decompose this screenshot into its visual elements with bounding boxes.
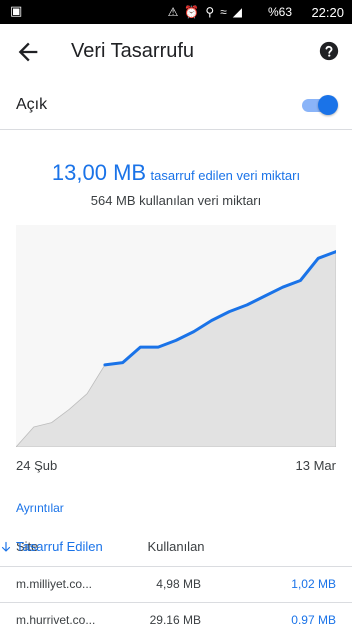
- app-bar: Veri Tasarrufu: [0, 24, 352, 80]
- status-bar: ▣ ⚠ ⏰ ⚲ ≈ ◢ %63 22:20: [0, 0, 352, 24]
- page-title: Veri Tasarrufu: [71, 40, 195, 62]
- table-row[interactable]: m.milliyet.co... 4,98 MB 1,02 MB: [0, 566, 352, 602]
- header-saved-label: Tasarruf Edilen: [16, 539, 103, 554]
- saved-caption: tasarruf edilen veri miktarı: [150, 168, 301, 183]
- alarm-icon: ⏰: [184, 5, 200, 19]
- switch-thumb: [318, 95, 338, 115]
- chart-start-label: 24 Şub: [16, 458, 58, 473]
- data-usage-chart: [16, 225, 336, 447]
- help-icon[interactable]: [318, 40, 340, 62]
- status-time: 22:20: [311, 5, 344, 20]
- table-header: Site Kullanılan Tasarruf Edilen: [0, 536, 352, 556]
- row-saved: 1,02 MB: [291, 577, 336, 591]
- battery-level: %63: [267, 5, 292, 19]
- header-saved[interactable]: Tasarruf Edilen: [0, 539, 352, 554]
- divider: [0, 129, 352, 130]
- chart-end-label: 13 Mar: [295, 458, 336, 473]
- data-saver-switch[interactable]: [302, 95, 338, 115]
- screen-record-icon: ▣: [10, 3, 23, 18]
- saved-summary: 13,00 MB tasarruf edilen veri miktarı: [0, 160, 352, 186]
- saved-amount: 13,00 MB: [51, 160, 147, 185]
- wifi-icon: ≈: [220, 5, 227, 19]
- status-icons: ⚠ ⏰ ⚲ ≈ ◢: [168, 5, 242, 19]
- location-icon: ⚲: [205, 5, 215, 19]
- toggle-label: Açık: [16, 96, 48, 113]
- signal-icon: ◢: [232, 5, 242, 19]
- row-used: 4,98 MB: [156, 577, 201, 591]
- sort-down-arrow-icon: [1, 541, 11, 552]
- table-row[interactable]: m.hurrivet.co... 29.16 MB 0.97 MB: [0, 602, 352, 638]
- back-arrow-icon[interactable]: [14, 38, 42, 66]
- row-site: m.milliyet.co...: [16, 577, 93, 591]
- used-summary: 564 MB kullanılan veri miktarı: [90, 193, 262, 208]
- details-link[interactable]: Ayrıntılar: [16, 501, 64, 515]
- warning-icon: ⚠: [167, 5, 179, 19]
- data-saver-toggle-row[interactable]: Açık: [0, 84, 352, 126]
